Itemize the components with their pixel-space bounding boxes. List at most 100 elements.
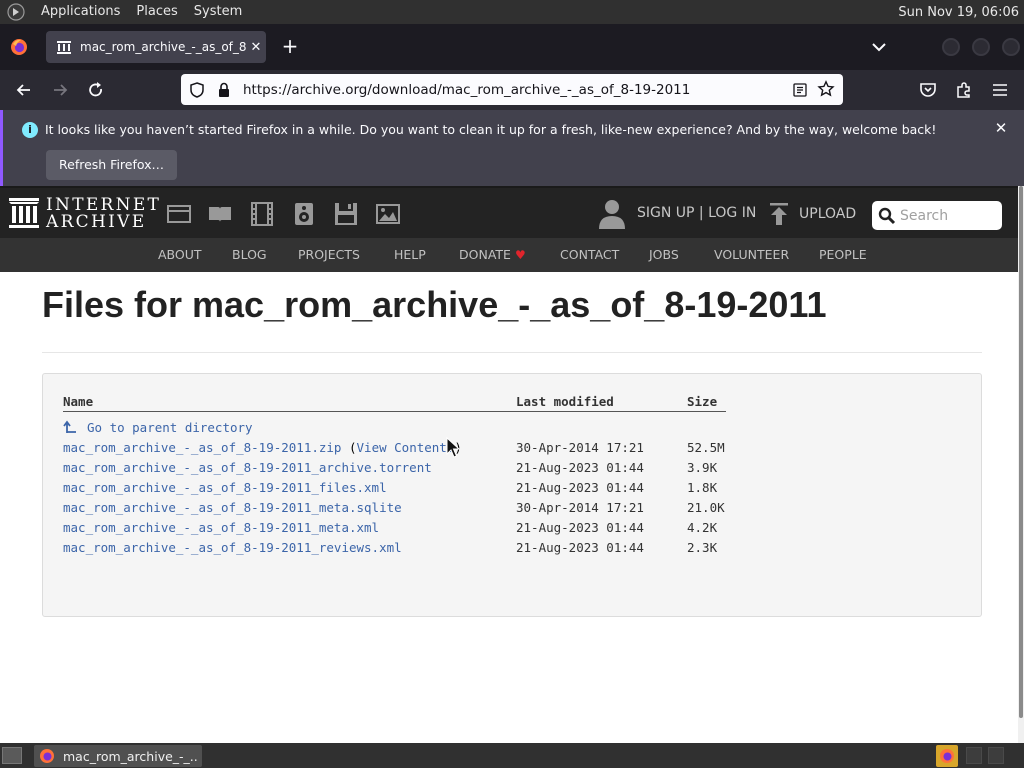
nav-volunteer[interactable]: VOLUNTEER xyxy=(714,247,789,262)
parent-directory-link[interactable]: Go to parent directory xyxy=(87,420,253,435)
panel-menu-places[interactable]: Places xyxy=(128,0,185,24)
window-close-button[interactable] xyxy=(1002,38,1020,56)
tab-title: mac_rom_archive_-_as_of_8-19-2011 xyxy=(80,40,246,54)
nav-contact[interactable]: CONTACT xyxy=(560,247,619,262)
column-header-size: Size xyxy=(687,394,718,409)
nav-projects[interactable]: PROJECTS xyxy=(298,247,360,262)
file-size: 1.8K xyxy=(687,480,718,495)
web-archive-icon[interactable] xyxy=(166,202,192,226)
file-size: 4.2K xyxy=(687,520,718,535)
file-listing-panel xyxy=(42,373,982,617)
back-arrow-icon[interactable] xyxy=(14,80,34,100)
file-link[interactable]: mac_rom_archive_-_as_of_8-19-2011_meta.x… xyxy=(63,520,379,535)
top-panel: Applications Places System Sun Nov 19, 0… xyxy=(0,0,1024,24)
file-row: mac_rom_archive_-_as_of_8-19-2011_review… xyxy=(63,540,402,555)
page-title: Files for mac_rom_archive_-_as_of_8-19-2… xyxy=(42,284,827,325)
software-floppy-icon[interactable] xyxy=(333,202,359,226)
column-header-modified: Last modified xyxy=(516,394,614,409)
signup-login-link[interactable]: SIGN UP | LOG IN xyxy=(637,205,756,221)
window-maximize-button[interactable] xyxy=(972,38,990,56)
nav-donate[interactable]: DONATE ♥ xyxy=(459,247,526,262)
file-link[interactable]: mac_rom_archive_-_as_of_8-19-2011_files.… xyxy=(63,480,387,495)
window-minimize-button[interactable] xyxy=(942,38,960,56)
url-text[interactable]: https://archive.org/download/mac_rom_arc… xyxy=(243,82,690,98)
parent-directory-arrow-icon[interactable] xyxy=(63,420,77,434)
extensions-puzzle-icon[interactable] xyxy=(954,80,974,100)
upload-arrow-icon[interactable] xyxy=(769,202,789,226)
file-link[interactable]: mac_rom_archive_-_as_of_8-19-2011_archiv… xyxy=(63,460,432,475)
file-modified: 21-Aug-2023 01:44 xyxy=(516,540,644,555)
nav-about[interactable]: ABOUT xyxy=(158,247,202,262)
internet-archive-wordmark[interactable]: INTERNET ARCHIVE xyxy=(46,197,161,231)
nav-jobs[interactable]: JOBS xyxy=(649,247,679,262)
ia-search-box[interactable] xyxy=(872,201,1002,230)
file-row: mac_rom_archive_-_as_of_8-19-2011.zip (V… xyxy=(63,440,462,455)
show-desktop-button[interactable] xyxy=(2,747,22,764)
user-avatar-icon[interactable] xyxy=(598,197,626,231)
file-link[interactable]: mac_rom_archive_-_as_of_8-19-2011_review… xyxy=(63,540,402,555)
search-icon[interactable] xyxy=(878,207,896,225)
archive-favicon-icon xyxy=(56,39,72,55)
file-modified: 30-Apr-2014 17:21 xyxy=(516,500,644,515)
panel-menu-system[interactable]: System xyxy=(186,0,250,24)
forward-arrow-icon[interactable] xyxy=(50,80,70,100)
tab-active[interactable]: mac_rom_archive_-_as_of_8-19-2011 ✕ xyxy=(46,31,266,63)
tray-firefox-icon[interactable] xyxy=(936,745,958,767)
firefox-icon xyxy=(39,748,55,764)
images-picture-icon[interactable] xyxy=(375,202,401,226)
audio-speaker-icon[interactable] xyxy=(291,202,317,226)
file-link[interactable]: mac_rom_archive_-_as_of_8-19-2011.zip xyxy=(63,440,341,455)
ia-secondary-nav: ABOUT BLOG PROJECTS HELP DONATE ♥ CONTACT… xyxy=(0,238,1018,272)
tab-strip: mac_rom_archive_-_as_of_8-19-2011 ✕ + xyxy=(0,24,1024,70)
column-header-name: Name xyxy=(63,394,94,409)
tab-list-chevron-icon[interactable] xyxy=(870,38,888,56)
upload-link[interactable]: UPLOAD xyxy=(799,206,856,222)
nav-donate-label: DONATE xyxy=(459,247,511,262)
bookmark-star-icon[interactable] xyxy=(817,80,835,98)
view-contents-link[interactable]: View Contents xyxy=(357,440,455,455)
heart-icon: ♥ xyxy=(514,248,526,262)
nav-help[interactable]: HELP xyxy=(394,247,426,262)
reader-view-icon[interactable] xyxy=(793,82,807,97)
file-modified: 21-Aug-2023 01:44 xyxy=(516,460,644,475)
file-size: 3.9K xyxy=(687,460,718,475)
page-scrollbar[interactable] xyxy=(1018,186,1024,743)
refresh-firefox-notification: i It looks like you haven’t started Fire… xyxy=(0,110,1024,186)
internet-archive-logo-icon[interactable] xyxy=(8,196,40,230)
scrollbar-thumb[interactable] xyxy=(1019,186,1023,718)
workspace-2-button[interactable] xyxy=(988,747,1004,764)
file-link[interactable]: mac_rom_archive_-_as_of_8-19-2011_meta.s… xyxy=(63,500,402,515)
pocket-icon[interactable] xyxy=(918,80,938,100)
firefox-view-icon[interactable] xyxy=(10,38,28,56)
wordmark-line2: ARCHIVE xyxy=(46,212,147,232)
reload-icon[interactable] xyxy=(86,80,106,100)
taskbar-window-label: mac_rom_archive_-_... xyxy=(63,748,199,764)
file-modified: 21-Aug-2023 01:44 xyxy=(516,520,644,535)
url-bar[interactable]: https://archive.org/download/mac_rom_arc… xyxy=(181,74,843,105)
panel-clock[interactable]: Sun Nov 19, 06:06 xyxy=(898,5,1024,20)
info-icon: i xyxy=(22,122,38,138)
notification-close-icon[interactable]: ✕ xyxy=(993,120,1009,136)
tracking-protection-shield-icon[interactable] xyxy=(189,81,205,98)
file-row: mac_rom_archive_-_as_of_8-19-2011_archiv… xyxy=(63,460,432,475)
refresh-firefox-button[interactable]: Refresh Firefox… xyxy=(46,150,178,180)
texts-book-icon[interactable] xyxy=(207,202,233,226)
app-menu-hamburger-icon[interactable] xyxy=(990,80,1010,100)
panel-menu-applications[interactable]: Applications xyxy=(33,0,128,24)
tab-close-icon[interactable]: ✕ xyxy=(250,40,262,55)
taskbar-window-button[interactable]: mac_rom_archive_-_... xyxy=(34,745,202,767)
search-input[interactable] xyxy=(900,205,996,226)
file-modified: 30-Apr-2014 17:21 xyxy=(516,440,644,455)
ia-header: INTERNET ARCHIVE SIGN UP | LOG IN UPLOAD xyxy=(0,186,1018,238)
video-film-icon[interactable] xyxy=(249,202,275,226)
nav-people[interactable]: PEOPLE xyxy=(819,247,867,262)
notification-message: It looks like you haven’t started Firefo… xyxy=(45,122,937,137)
lock-icon[interactable] xyxy=(217,82,231,98)
workspace-1-button[interactable] xyxy=(966,747,982,764)
file-size: 21.0K xyxy=(687,500,725,515)
file-row: mac_rom_archive_-_as_of_8-19-2011_files.… xyxy=(63,480,387,495)
new-tab-button[interactable]: + xyxy=(280,36,300,56)
panel-menu: Applications Places System xyxy=(0,0,250,24)
nav-blog[interactable]: BLOG xyxy=(232,247,267,262)
distro-logo-icon[interactable] xyxy=(6,2,26,22)
